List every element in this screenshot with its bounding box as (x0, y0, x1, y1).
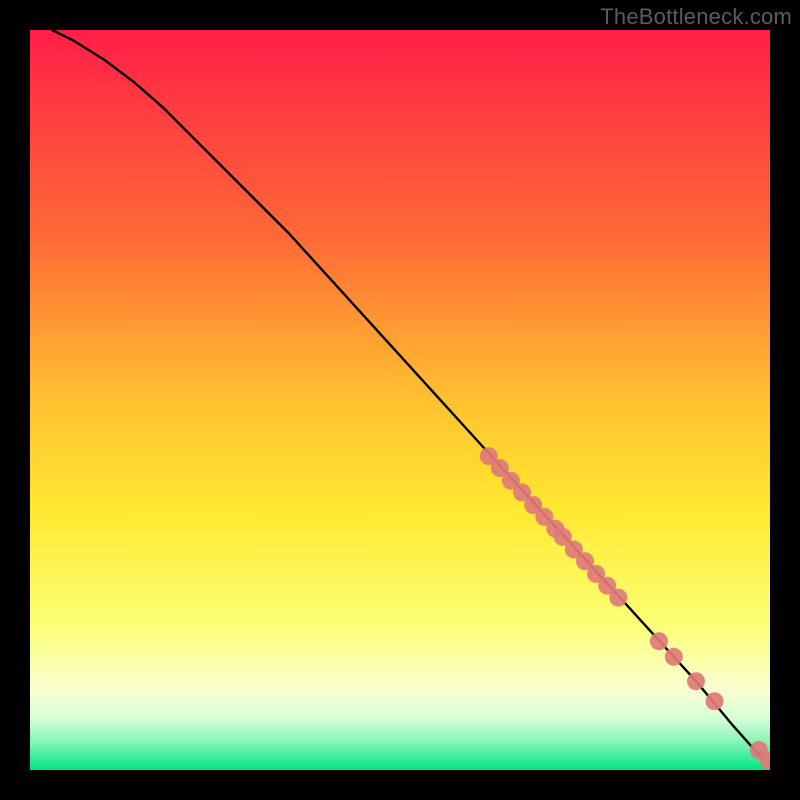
plot-area (30, 30, 770, 770)
data-point (706, 692, 724, 710)
watermark-text: TheBottleneck.com (600, 4, 792, 30)
gradient-background (30, 30, 770, 770)
data-point (665, 648, 683, 666)
chart-stage: TheBottleneck.com (0, 0, 800, 800)
plot-svg (30, 30, 770, 770)
data-point (687, 672, 705, 690)
data-point (650, 632, 668, 650)
data-point (609, 589, 627, 607)
